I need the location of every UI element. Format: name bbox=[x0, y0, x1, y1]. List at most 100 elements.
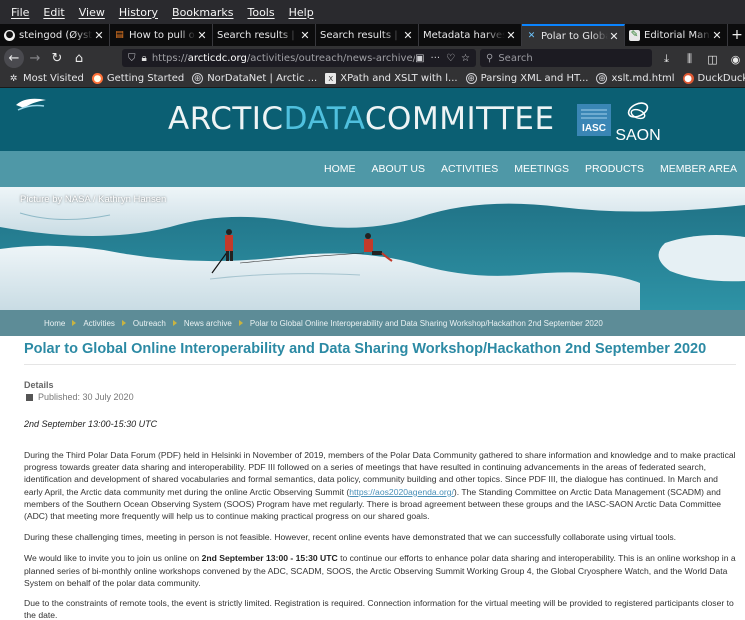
nav-meetings[interactable]: MEETINGS bbox=[506, 163, 577, 175]
tab-github[interactable]: ● steingod (Øystein ✕ bbox=[0, 24, 110, 46]
tab-metadata[interactable]: Metadata harvests fr ✕ bbox=[419, 24, 522, 46]
bookmark-star-icon[interactable]: ☆ bbox=[461, 53, 470, 64]
tab-editorial[interactable]: ✎ Editorial Manage ✕ bbox=[625, 24, 728, 46]
url-host: arcticdc.org bbox=[187, 52, 247, 64]
close-icon[interactable]: ✕ bbox=[196, 29, 208, 42]
github-icon: ● bbox=[4, 29, 15, 41]
published-date: Published: 30 July 2020 bbox=[24, 392, 736, 402]
breadcrumb-current: Polar to Global Online Interoperability … bbox=[249, 318, 603, 328]
site-title-committee: COMMITTEE bbox=[364, 101, 555, 137]
account-button[interactable]: ◉ bbox=[725, 48, 745, 70]
bookmark-getting-started[interactable]: ● Getting Started bbox=[88, 73, 188, 84]
arrow-left-icon: ← bbox=[8, 50, 20, 66]
close-icon[interactable]: ✕ bbox=[711, 29, 723, 42]
adc-logo[interactable] bbox=[14, 94, 48, 116]
paragraph-virtual: During these challenging times, meeting … bbox=[24, 532, 677, 543]
nav-member-area[interactable]: MEMBER AREA bbox=[652, 163, 745, 175]
tab-title: Metadata harvests fr bbox=[423, 29, 505, 41]
menu-view[interactable]: View bbox=[72, 6, 112, 19]
article-title[interactable]: Polar to Global Online Interoperability … bbox=[24, 340, 736, 365]
download-button[interactable]: ⤓ bbox=[656, 48, 677, 70]
bookmark-label: XPath and XSLT with l... bbox=[340, 73, 458, 84]
page-actions-button[interactable]: ··· bbox=[431, 53, 441, 64]
menu-history[interactable]: History bbox=[112, 6, 165, 19]
tab-title: steingod (Øystein bbox=[19, 29, 93, 41]
breadcrumb-activities[interactable]: Activities bbox=[83, 319, 115, 328]
close-icon[interactable]: ✕ bbox=[608, 30, 620, 43]
pocket-icon[interactable]: ♡ bbox=[446, 53, 455, 64]
bookmarks-bar: ✲ Most Visited ● Getting Started ⊕ NorDa… bbox=[0, 70, 745, 88]
aos-agenda-link[interactable]: https://aos2020agenda.org/ bbox=[349, 487, 454, 497]
bookmark-most-visited[interactable]: ✲ Most Visited bbox=[4, 73, 88, 84]
globe-icon: ⊕ bbox=[192, 73, 204, 84]
nav-about-us[interactable]: ABOUT US bbox=[364, 163, 433, 175]
close-icon[interactable]: ✕ bbox=[93, 29, 105, 42]
tab-stackoverflow[interactable]: ▤ How to pull one c ✕ bbox=[110, 24, 213, 46]
shield-icon: ⛉ bbox=[128, 52, 136, 64]
breadcrumb: Home Activities Outreach News archive Po… bbox=[0, 310, 745, 336]
tab-title: How to pull one c bbox=[129, 29, 196, 41]
iasc-logo[interactable]: IASC bbox=[577, 104, 611, 136]
saon-label: SAON bbox=[615, 127, 660, 144]
article: Polar to Global Online Interoperability … bbox=[24, 340, 736, 620]
reader-view-icon[interactable]: ▣ bbox=[415, 53, 424, 64]
menu-tools[interactable]: Tools bbox=[240, 6, 281, 19]
tab-title: Editorial Manage bbox=[644, 29, 711, 41]
tab-title: Search results | adc bbox=[217, 29, 299, 41]
breadcrumb-separator-icon bbox=[172, 320, 177, 326]
tab-polar-to-global[interactable]: ✕ Polar to Global O ✕ bbox=[522, 24, 625, 46]
back-button[interactable]: ← bbox=[4, 48, 24, 68]
forward-button[interactable]: → bbox=[24, 47, 46, 69]
tab-search-nor[interactable]: Search results | Nor ✕ bbox=[316, 24, 419, 46]
menu-edit[interactable]: Edit bbox=[36, 6, 71, 19]
duckduckgo-icon: ● bbox=[682, 73, 694, 84]
event-time: 2nd September 13:00-15:30 UTC bbox=[24, 419, 158, 429]
tab-strip: ● steingod (Øystein ✕ ▤ How to pull one … bbox=[0, 24, 745, 46]
download-icon: ⤓ bbox=[664, 52, 669, 65]
bookmark-xslt-md[interactable]: ⊕ xslt.md.html bbox=[592, 73, 678, 84]
breadcrumb-outreach[interactable]: Outreach bbox=[133, 319, 166, 328]
site-title-data: DATA bbox=[283, 101, 365, 137]
menu-file[interactable]: File bbox=[4, 6, 36, 19]
reload-button[interactable]: ↻ bbox=[46, 47, 68, 69]
tab-title: Search results | Nor bbox=[320, 29, 402, 41]
event-time-bold: 2nd September 13:00 - 15:30 UTC bbox=[201, 553, 338, 564]
new-tab-button[interactable]: + bbox=[728, 24, 745, 46]
search-input[interactable]: ⚲ Search bbox=[480, 49, 652, 67]
url-path: /activities/outreach/news-archive/58-p bbox=[246, 52, 415, 64]
search-placeholder: Search bbox=[498, 52, 533, 64]
close-icon[interactable]: ✕ bbox=[402, 29, 414, 42]
details-label: Details bbox=[24, 380, 54, 390]
nav-activities[interactable]: ACTIVITIES bbox=[433, 163, 506, 175]
close-icon[interactable]: ✕ bbox=[299, 29, 311, 42]
menu-bookmarks[interactable]: Bookmarks bbox=[165, 6, 240, 19]
reload-icon: ↻ bbox=[51, 50, 63, 66]
close-icon[interactable]: ✕ bbox=[505, 29, 517, 42]
paragraph-registration: Due to the constraints of remote tools, … bbox=[24, 598, 734, 620]
site-title-arctic: ARCTIC bbox=[168, 101, 284, 137]
bookmark-duckduckgo[interactable]: ● DuckDuckGo — Priva... bbox=[679, 73, 745, 84]
bookmark-nordatanet[interactable]: ⊕ NorDataNet | Arctic ... bbox=[188, 73, 321, 84]
hero-image: Picture by NASA / Kathryn Hansen bbox=[0, 187, 745, 310]
breadcrumb-news-archive[interactable]: News archive bbox=[184, 319, 232, 328]
tab-search-adc[interactable]: Search results | adc ✕ bbox=[213, 24, 316, 46]
nav-products[interactable]: PRODUCTS bbox=[577, 163, 652, 175]
nav-home[interactable]: HOME bbox=[316, 163, 364, 175]
nav-toolbar: ← → ↻ ⌂ ⛉ 🔒︎ https:// arcticdc.org /acti… bbox=[0, 46, 745, 70]
breadcrumb-home[interactable]: Home bbox=[44, 319, 65, 328]
gear-icon: ✲ bbox=[9, 73, 18, 84]
arrow-right-icon: → bbox=[29, 50, 41, 66]
sidebar-button[interactable]: ◫ bbox=[702, 48, 723, 70]
account-icon: ◉ bbox=[730, 52, 741, 66]
bookmark-xpath[interactable]: X XPath and XSLT with l... bbox=[321, 73, 461, 84]
lock-icon: 🔒︎ bbox=[141, 52, 147, 64]
bookmark-label: Getting Started bbox=[106, 73, 185, 84]
editorial-icon: ✎ bbox=[629, 29, 640, 41]
home-button[interactable]: ⌂ bbox=[68, 47, 90, 69]
menu-help[interactable]: Help bbox=[282, 6, 321, 19]
paragraph-text: We would like to invite you to join us o… bbox=[24, 553, 202, 564]
saon-logo[interactable]: SAON bbox=[614, 96, 662, 144]
url-bar[interactable]: ⛉ 🔒︎ https:// arcticdc.org /activities/o… bbox=[122, 49, 476, 67]
bookmark-parsing-xml[interactable]: ⊕ Parsing XML and HT... bbox=[462, 73, 593, 84]
library-button[interactable]: ⫼ bbox=[679, 48, 700, 70]
